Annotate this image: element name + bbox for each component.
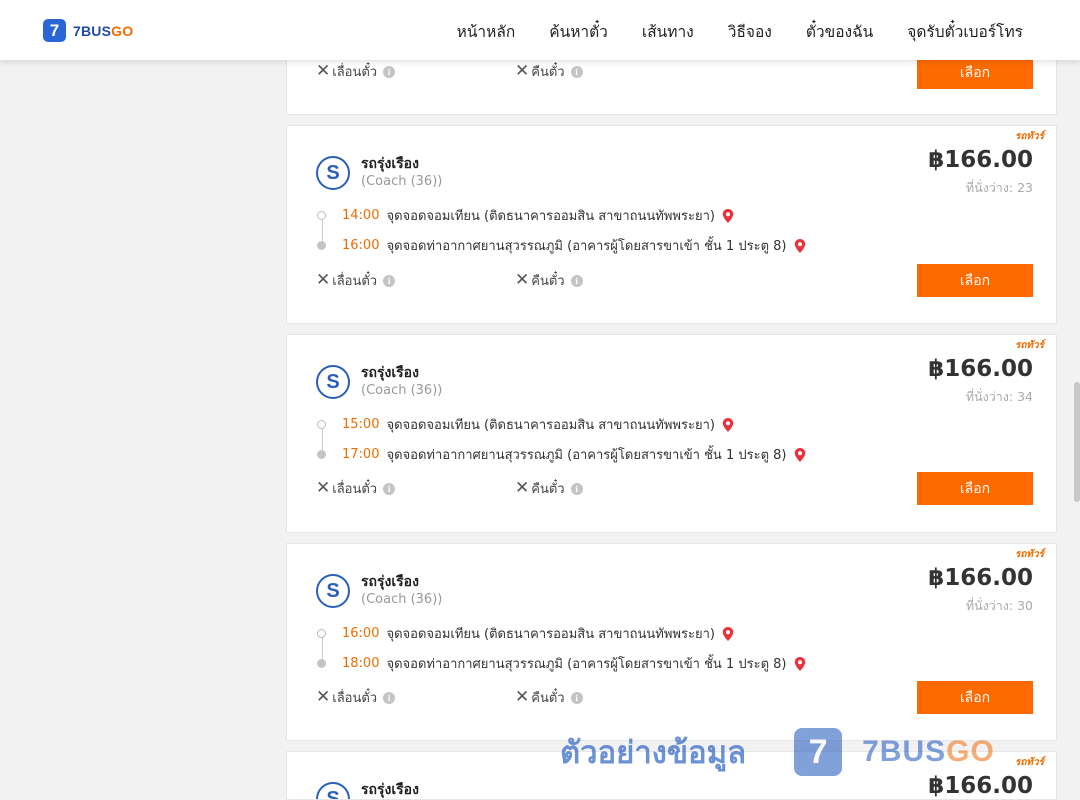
nav-my-tickets[interactable]: ตั๋วของฉัน — [806, 19, 873, 44]
reschedule-policy: ✕ เลื่อนตั๋ว i — [316, 270, 396, 291]
operator-name: รถรุ่งเรือง — [361, 574, 419, 590]
logo-badge-icon: 7 — [43, 19, 66, 42]
select-button[interactable]: เลือก — [917, 472, 1033, 505]
info-icon[interactable]: i — [570, 65, 583, 78]
arrival-time: 17:00 — [342, 447, 380, 462]
refund-policy: ✕ คืนตั๋ว i — [515, 687, 583, 708]
arrival-stop: 16:00 จุดจอดท่าอากาศยานสุวรรณภูมิ (อาคาร… — [317, 235, 806, 256]
map-pin-icon[interactable] — [722, 208, 734, 223]
main-nav: หน้าหลัก ค้นหาตั๋ว เส้นทาง วิธีจอง ตั๋วข… — [457, 19, 1023, 44]
brand-logo[interactable]: 7 7BUSGO — [43, 19, 133, 42]
arrival-dot — [317, 241, 326, 250]
departure-time: 16:00 — [342, 626, 380, 641]
trip-card: รถทัวร์ S รถรุ่งเรือง (Coach (36)) ฿166.… — [286, 334, 1057, 533]
arrival-place: จุดจอดท่าอากาศยานสุวรรณภูมิ (อาคารผู้โดย… — [386, 657, 787, 672]
info-icon[interactable]: i — [383, 274, 396, 287]
map-pin-icon[interactable] — [722, 626, 734, 641]
info-icon[interactable]: i — [570, 482, 583, 495]
reschedule-policy: ✕ เลื่อนตั๋ว i — [316, 478, 396, 499]
price: ฿166.00 — [928, 565, 1033, 591]
top-header: 7 7BUSGO หน้าหลัก ค้นหาตั๋ว เส้นทาง วิธี… — [0, 0, 1080, 60]
x-icon: ✕ — [316, 61, 331, 81]
seats-available: ที่นั่งว่าง: 23 — [965, 180, 1033, 195]
nav-routes[interactable]: เส้นทาง — [642, 19, 694, 44]
bus-type: (Coach (36)) — [361, 592, 443, 607]
vip-tag: รถทัวร์ — [1014, 757, 1044, 768]
x-icon: ✕ — [515, 478, 530, 498]
map-pin-icon[interactable] — [794, 238, 806, 253]
map-pin-icon[interactable] — [722, 417, 734, 432]
trip-card: รถทัวร์ S รถรุ่งเรือง (Coach (36)) ฿166.… — [286, 125, 1057, 324]
operator-logo-icon: S — [316, 574, 350, 608]
operator-name: รถรุ่งเรือง — [361, 365, 419, 381]
select-button[interactable]: เลือก — [917, 681, 1033, 714]
nav-home[interactable]: หน้าหลัก — [457, 19, 516, 44]
operator-logo-icon: S — [316, 365, 350, 399]
info-icon[interactable]: i — [383, 65, 396, 78]
departure-dot — [317, 629, 326, 638]
refund-policy: ✕ คืนตั๋ว i — [515, 478, 583, 499]
departure-dot — [317, 420, 326, 429]
x-icon: ✕ — [316, 687, 331, 707]
bus-type: (Coach (36)) — [361, 174, 443, 189]
departure-time: 14:00 — [342, 208, 380, 223]
price: ฿166.00 — [928, 147, 1033, 173]
x-icon: ✕ — [316, 270, 331, 290]
departure-stop: 16:00 จุดจอดจอมเทียน (ติดธนาคารออมสิน สา… — [317, 623, 734, 644]
price: ฿166.00 — [928, 773, 1033, 799]
reschedule-policy: ✕ เลื่อนตั๋ว i — [316, 687, 396, 708]
refund-policy: ✕ คืนตั๋ว i — [515, 61, 583, 82]
map-pin-icon[interactable] — [794, 447, 806, 462]
price: ฿166.00 — [928, 356, 1033, 382]
departure-stop: 14:00 จุดจอดจอมเทียน (ติดธนาคารออมสิน สา… — [317, 205, 734, 226]
bus-type: (Coach (36)) — [361, 383, 443, 398]
page-scrollbar[interactable] — [1074, 382, 1080, 502]
select-button[interactable]: เลือก — [917, 56, 1033, 89]
operator-name: รถรุ่งเรือง — [361, 782, 419, 798]
vip-tag: รถทัวร์ — [1014, 131, 1044, 142]
departure-place: จุดจอดจอมเทียน (ติดธนาคารออมสิน สาขาถนนท… — [386, 418, 715, 433]
x-icon: ✕ — [515, 270, 530, 290]
logo-text: 7BUSGO — [73, 22, 134, 39]
departure-stop: 15:00 จุดจอดจอมเทียน (ติดธนาคารออมสิน สา… — [317, 414, 734, 435]
operator-name: รถรุ่งเรือง — [361, 156, 419, 172]
refund-policy: ✕ คืนตั๋ว i — [515, 270, 583, 291]
x-icon: ✕ — [316, 478, 331, 498]
seats-available: ที่นั่งว่าง: 34 — [965, 389, 1033, 404]
trip-card: รถทัวร์ S รถรุ่งเรือง ฿166.00 — [286, 751, 1057, 800]
departure-place: จุดจอดจอมเทียน (ติดธนาคารออมสิน สาขาถนนท… — [386, 209, 715, 224]
x-icon: ✕ — [515, 61, 530, 81]
departure-dot — [317, 211, 326, 220]
nav-ticket-points[interactable]: จุดรับตั๋วเบอร์โทร — [907, 19, 1023, 44]
departure-place: จุดจอดจอมเทียน (ติดธนาคารออมสิน สาขาถนนท… — [386, 627, 715, 642]
arrival-dot — [317, 450, 326, 459]
arrival-place: จุดจอดท่าอากาศยานสุวรรณภูมิ (อาคารผู้โดย… — [386, 239, 787, 254]
info-icon[interactable]: i — [570, 691, 583, 704]
arrival-time: 16:00 — [342, 238, 380, 253]
info-icon[interactable]: i — [383, 482, 396, 495]
info-icon[interactable]: i — [383, 691, 396, 704]
select-button[interactable]: เลือก — [917, 264, 1033, 297]
arrival-time: 18:00 — [342, 656, 380, 671]
map-pin-icon[interactable] — [794, 656, 806, 671]
operator-logo-icon: S — [316, 156, 350, 190]
arrival-stop: 18:00 จุดจอดท่าอากาศยานสุวรรณภูมิ (อาคาร… — [317, 653, 806, 674]
seats-available: ที่นั่งว่าง: 30 — [965, 598, 1033, 613]
trip-card: รถทัวร์ S รถรุ่งเรือง (Coach (36)) ฿166.… — [286, 543, 1057, 741]
nav-how-to-book[interactable]: วิธีจอง — [728, 19, 772, 44]
arrival-dot — [317, 659, 326, 668]
vip-tag: รถทัวร์ — [1014, 340, 1044, 351]
reschedule-policy: ✕ เลื่อนตั๋ว i — [316, 61, 396, 82]
departure-time: 15:00 — [342, 417, 380, 432]
arrival-place: จุดจอดท่าอากาศยานสุวรรณภูมิ (อาคารผู้โดย… — [386, 448, 787, 463]
nav-search-ticket[interactable]: ค้นหาตั๋ว — [549, 19, 608, 44]
x-icon: ✕ — [515, 687, 530, 707]
info-icon[interactable]: i — [570, 274, 583, 287]
vip-tag: รถทัวร์ — [1014, 549, 1044, 560]
arrival-stop: 17:00 จุดจอดท่าอากาศยานสุวรรณภูมิ (อาคาร… — [317, 444, 806, 465]
operator-logo-icon: S — [316, 782, 350, 799]
